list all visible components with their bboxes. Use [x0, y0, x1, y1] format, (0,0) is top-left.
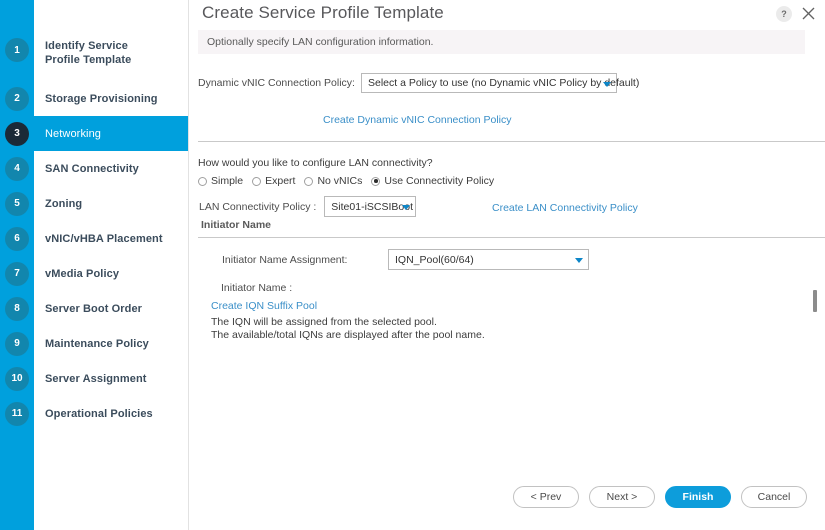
lan-connectivity-question: How would you like to configure LAN conn… — [198, 157, 433, 169]
chevron-down-icon — [402, 205, 410, 210]
step-number-badge: 8 — [5, 297, 29, 321]
prev-button[interactable]: < Prev — [513, 486, 579, 508]
chevron-down-icon — [575, 258, 583, 263]
create-lan-connectivity-policy-link[interactable]: Create LAN Connectivity Policy — [492, 202, 638, 214]
initiator-name-label: Initiator Name : — [221, 282, 292, 294]
sidebar-item-zoning[interactable]: 5 Zoning — [0, 186, 188, 221]
step-number-badge: 1 — [5, 38, 29, 62]
lan-connectivity-radio-group: Simple Expert No vNICs Use Connectivity Pol… — [198, 175, 503, 187]
create-service-profile-template-dialog: 1 Identify Service Profile Template 2 Stora… — [0, 0, 825, 530]
lan-connectivity-policy-row: LAN Connectivity Policy : Site01-iSCSIBo… — [199, 196, 416, 217]
footer-button-bar: < Prev Next > Finish Cancel — [513, 486, 807, 508]
initiator-note-line-2: The available/total IQNs are displayed a… — [211, 329, 485, 342]
sidebar-item-operational-policies[interactable]: 11 Operational Policies — [0, 396, 188, 431]
radio-dot-icon — [304, 177, 313, 186]
step-number-badge: 9 — [5, 332, 29, 356]
chevron-down-icon — [603, 82, 611, 87]
form-content: Dynamic vNIC Connection Policy: Select a… — [189, 60, 825, 475]
lan-connectivity-policy-value: Site01-iSCSIBoot — [331, 201, 413, 213]
radio-option-use-connectivity-policy[interactable]: Use Connectivity Policy — [371, 175, 494, 187]
dialog-panel: Create Service Profile Template ? Option… — [188, 0, 825, 530]
radio-option-simple[interactable]: Simple — [198, 175, 243, 187]
sidebar-item-vnic-vhba-placement[interactable]: 6 vNIC/vHBA Placement — [0, 221, 188, 256]
wizard-step-list: 1 Identify Service Profile Template 2 Stora… — [0, 33, 188, 431]
initiator-name-assignment-label: Initiator Name Assignment: — [222, 254, 388, 266]
next-button[interactable]: Next > — [589, 486, 655, 508]
initiator-name-assignment-row: Initiator Name Assignment: IQN_Pool(60/6… — [222, 249, 589, 270]
wizard-sidebar: 1 Identify Service Profile Template 2 Stora… — [0, 0, 188, 530]
step-number-badge: 3 — [5, 122, 29, 146]
sidebar-item-label: Identify Service Profile Template — [45, 39, 155, 67]
sidebar-item-identify-service-profile-template[interactable]: 1 Identify Service Profile Template — [0, 33, 188, 81]
sidebar-item-label: Storage Provisioning — [45, 92, 158, 106]
sidebar-item-label: SAN Connectivity — [45, 162, 139, 176]
radio-dot-icon — [371, 177, 380, 186]
sidebar-item-label: vNIC/vHBA Placement — [45, 232, 163, 246]
radio-option-label: Expert — [265, 175, 295, 187]
cancel-button[interactable]: Cancel — [741, 486, 807, 508]
sidebar-item-storage-provisioning[interactable]: 2 Storage Provisioning — [0, 81, 188, 116]
sidebar-item-server-boot-order[interactable]: 8 Server Boot Order — [0, 291, 188, 326]
sidebar-item-label: Maintenance Policy — [45, 337, 149, 351]
section-divider-lan — [198, 141, 825, 142]
sidebar-item-label: Server Boot Order — [45, 302, 142, 316]
lan-connectivity-policy-label: LAN Connectivity Policy : — [199, 201, 316, 213]
initiator-name-assignment-select[interactable]: IQN_Pool(60/64) — [388, 249, 589, 270]
help-icon[interactable]: ? — [776, 6, 792, 22]
sidebar-item-san-connectivity[interactable]: 4 SAN Connectivity — [0, 151, 188, 186]
initiator-name-section-title: Initiator Name — [201, 219, 271, 231]
initiator-name-assignment-value: IQN_Pool(60/64) — [395, 254, 474, 266]
sidebar-item-label: Server Assignment — [45, 372, 147, 386]
finish-button[interactable]: Finish — [665, 486, 731, 508]
step-number-badge: 11 — [5, 402, 29, 426]
dynamic-vnic-policy-value: Select a Policy to use (no Dynamic vNIC … — [368, 77, 639, 89]
section-divider-initiator — [198, 237, 825, 238]
step-number-badge: 6 — [5, 227, 29, 251]
info-banner-text: Optionally specify LAN configuration inf… — [207, 36, 433, 48]
initiator-note-line-1: The IQN will be assigned from the select… — [211, 316, 437, 329]
radio-option-label: Use Connectivity Policy — [384, 175, 494, 187]
radio-option-expert[interactable]: Expert — [252, 175, 295, 187]
dynamic-vnic-row: Dynamic vNIC Connection Policy: Select a… — [198, 73, 617, 93]
content-scrollbar-thumb[interactable] — [813, 290, 817, 312]
sidebar-item-vmedia-policy[interactable]: 7 vMedia Policy — [0, 256, 188, 291]
radio-dot-icon — [252, 177, 261, 186]
sidebar-item-label: Zoning — [45, 197, 82, 211]
sidebar-item-label: Networking — [45, 127, 101, 141]
radio-option-no-vnics[interactable]: No vNICs — [304, 175, 362, 187]
step-number-badge: 2 — [5, 87, 29, 111]
step-number-badge: 10 — [5, 367, 29, 391]
dialog-footer: < Prev Next > Finish Cancel — [189, 475, 825, 530]
lan-connectivity-policy-select[interactable]: Site01-iSCSIBoot — [324, 196, 416, 217]
radio-option-label: No vNICs — [317, 175, 362, 187]
content-scrollbar-track[interactable] — [813, 60, 817, 475]
close-icon[interactable] — [800, 5, 817, 22]
dynamic-vnic-policy-select[interactable]: Select a Policy to use (no Dynamic vNIC … — [361, 73, 617, 93]
radio-option-label: Simple — [211, 175, 243, 187]
info-banner: Optionally specify LAN configuration inf… — [198, 30, 805, 54]
sidebar-item-networking[interactable]: 3 Networking — [0, 116, 188, 151]
sidebar-item-server-assignment[interactable]: 10 Server Assignment — [0, 361, 188, 396]
sidebar-item-label: Operational Policies — [45, 407, 153, 421]
radio-dot-icon — [198, 177, 207, 186]
sidebar-item-label: vMedia Policy — [45, 267, 119, 281]
page-title: Create Service Profile Template — [202, 3, 444, 23]
step-number-badge: 7 — [5, 262, 29, 286]
dynamic-vnic-label: Dynamic vNIC Connection Policy: — [198, 77, 355, 89]
step-number-badge: 4 — [5, 157, 29, 181]
title-bar-actions: ? — [776, 5, 817, 22]
create-iqn-suffix-pool-link[interactable]: Create IQN Suffix Pool — [211, 300, 317, 312]
create-dynamic-vnic-connection-policy-link[interactable]: Create Dynamic vNIC Connection Policy — [323, 114, 512, 126]
step-number-badge: 5 — [5, 192, 29, 216]
sidebar-item-maintenance-policy[interactable]: 9 Maintenance Policy — [0, 326, 188, 361]
